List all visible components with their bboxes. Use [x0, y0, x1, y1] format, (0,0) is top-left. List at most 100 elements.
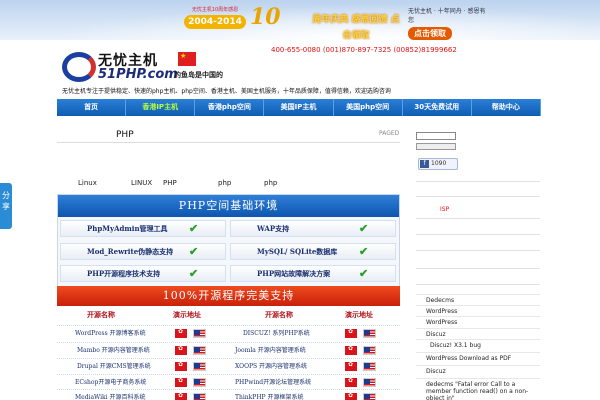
feature-cell: Mod_Rewrite伪静态支持 ✔	[60, 243, 226, 260]
feature-cell: PhpMyAdmin管理工具 ✔	[60, 220, 226, 237]
check-icon: ✔	[359, 245, 369, 258]
thumbs-up-icon: f	[420, 160, 429, 168]
feature-cell: WAP支持 ✔	[230, 220, 396, 237]
table-row: Mambo 开源内容管理系统 Joomla 开源内容管理系统	[57, 342, 400, 357]
opensource-name[interactable]: XOOPS 开源内容管理系统	[235, 361, 307, 370]
opensource-name[interactable]: Drupal 开源CMS管理系统	[77, 361, 151, 370]
us-flag-icon[interactable]	[193, 329, 206, 338]
opensource-name[interactable]: ECshop开源电子商务系统	[75, 377, 146, 386]
search-button[interactable]	[416, 143, 456, 150]
us-flag-icon[interactable]	[363, 346, 376, 355]
nav-item-us-php[interactable]: 美国php空间	[334, 99, 403, 116]
us-flag-icon[interactable]	[193, 346, 206, 355]
share-label-1: 分	[2, 191, 10, 200]
opensource-name[interactable]: WordPress 开源博客系统	[75, 328, 146, 337]
sidebar-divider	[416, 284, 540, 285]
sidebar-divider	[416, 196, 540, 197]
like-count: 1090	[431, 160, 447, 167]
logo-swirl-icon	[62, 52, 96, 82]
nav-item-us-ip[interactable]: 美国IP主机	[264, 99, 334, 116]
opensource-name[interactable]: MediaWiki 开源百科系统	[75, 392, 145, 400]
banner-years: 2004-2014	[184, 15, 246, 29]
feature-cell: PHP开源程序技术支持 ✔	[60, 265, 226, 282]
hk-flag-icon[interactable]	[175, 361, 187, 371]
title-divider	[57, 142, 400, 143]
hk-flag-icon[interactable]	[345, 328, 357, 338]
opensource-name[interactable]: Mambo 开源内容管理系统	[77, 345, 150, 354]
table-row: MediaWiki 开源百科系统 ThinkPHP 开源框架系统	[57, 389, 400, 400]
keyword: LINUX	[131, 179, 153, 187]
search-input[interactable]	[416, 132, 456, 140]
sidebar-article-label: Discuz	[426, 368, 446, 375]
keyword: php	[218, 179, 232, 187]
facebook-like-button[interactable]: f 1090	[418, 158, 458, 170]
isp-link[interactable]: ISP	[440, 206, 449, 213]
check-icon: ✔	[189, 222, 199, 235]
col-name-right: 开源名称	[265, 310, 293, 319]
site-tagline: 无忧主机专注于提供稳定、快速的php主机、php空间、香港主机、美国主机服务，十…	[62, 88, 391, 95]
us-flag-icon[interactable]	[193, 393, 206, 400]
nav-item-home[interactable]: 首页	[57, 99, 127, 116]
opensource-name[interactable]: PHPwind开源论坛管理系统	[235, 377, 311, 386]
col-name-left: 开源名称	[87, 310, 115, 319]
banner-claim-button[interactable]: 点击领取	[408, 27, 452, 40]
share-label-2: 享	[2, 202, 10, 211]
check-icon: ✔	[359, 267, 369, 280]
sidebar-article-link[interactable]: WordPress	[416, 305, 540, 316]
sidebar-article-link[interactable]: Discuz	[416, 328, 540, 339]
check-icon: ✔	[359, 222, 369, 235]
paged-label: PAGED	[379, 130, 400, 137]
hk-flag-icon[interactable]	[175, 392, 187, 400]
sidebar-article-link[interactable]: Discuz	[416, 365, 540, 376]
banner-phrase: 周年庆典 感恩回馈 点击领取	[312, 15, 400, 40]
nav-item-hk-php[interactable]: 香港php空间	[195, 99, 265, 116]
us-flag-icon[interactable]	[193, 378, 206, 387]
us-flag-icon[interactable]	[363, 393, 376, 400]
feature-row: PHP开源程序技术支持 ✔ PHP网站故障解决方案 ✔	[60, 265, 397, 282]
nav-item-hk-ip[interactable]: 香港IP主机	[126, 99, 196, 116]
hk-flag-icon[interactable]	[175, 377, 187, 387]
check-icon: ✔	[189, 267, 199, 280]
feature-cell: MySQL/ SQLite数据库 ✔	[230, 243, 396, 260]
keyword: Linux	[78, 179, 97, 187]
nav-item-free-trial[interactable]: 30天免费试用	[403, 99, 472, 116]
sidebar-article-label: Discuz! X3.1 bug	[430, 342, 481, 349]
us-flag-icon[interactable]	[363, 378, 376, 387]
sidebar-divider	[416, 234, 540, 235]
flag-text: 钓鱼岛是中国的	[174, 71, 223, 79]
top-banner[interactable]: 无忧主机10周年感恩 2004-2014 10 周年庆典 感恩回馈 点击领取 无…	[0, 0, 600, 40]
hk-flag-icon[interactable]	[345, 345, 357, 355]
site-logo[interactable]: 无忧主机 51PHP.com	[62, 50, 178, 84]
feature-label: WAP支持	[257, 224, 290, 233]
banner-small-text: 无忧主机10周年感恩	[191, 7, 239, 13]
page-title: PHP	[116, 130, 134, 140]
hk-flag-icon[interactable]	[345, 361, 357, 371]
hk-flag-icon[interactable]	[175, 345, 187, 355]
sidebar-divider	[416, 218, 540, 219]
sidebar-article-link[interactable]: WordPress	[416, 316, 540, 327]
feature-header: PHP空间基础环境	[58, 195, 399, 217]
hk-flag-icon[interactable]	[345, 377, 357, 387]
us-flag-icon[interactable]	[363, 362, 376, 371]
flag-emblem: 钓鱼岛是中国的	[174, 52, 223, 82]
opensource-name[interactable]: Joomla 开源内容管理系统	[235, 345, 306, 354]
nav-item-help[interactable]: 帮助中心	[472, 99, 541, 116]
opensource-name[interactable]: ThinkPHP 开源框架系统	[235, 392, 304, 400]
sidebar-article-label: dedecms "Fatal error Call to a member fu…	[426, 381, 529, 400]
share-tab[interactable]: 分 享	[0, 183, 12, 229]
contact-phones: 400-655-0080 (001)870-897-7325 (00852)81…	[271, 46, 457, 54]
opensource-name[interactable]: DISCUZ! 系列PHP系统	[243, 328, 310, 337]
banner-right: 无忧主机 · 十年同舟 · 感恩有您 点击领取	[408, 6, 488, 40]
us-flag-icon[interactable]	[193, 362, 206, 371]
sidebar-article-link[interactable]: WordPress Download as PDF	[416, 352, 540, 363]
sidebar-article-link[interactable]: Dedecms	[416, 294, 540, 305]
sidebar-article-link[interactable]: dedecms "Fatal error Call to a member fu…	[416, 378, 540, 400]
us-flag-icon[interactable]	[363, 329, 376, 338]
sidebar-article-link[interactable]: Discuz! X3.1 bug	[416, 339, 540, 350]
hk-flag-icon[interactable]	[175, 328, 187, 338]
hk-flag-icon[interactable]	[345, 392, 357, 400]
sidebar-article-label: Dedecms	[426, 297, 455, 304]
table-row: ECshop开源电子商务系统 PHPwind开源论坛管理系统	[57, 374, 400, 389]
feature-label: PhpMyAdmin管理工具	[87, 224, 168, 233]
php-environment-box: PHP空间基础环境 PhpMyAdmin管理工具 ✔ WAP支持 ✔ Mod_Rew…	[57, 194, 400, 290]
